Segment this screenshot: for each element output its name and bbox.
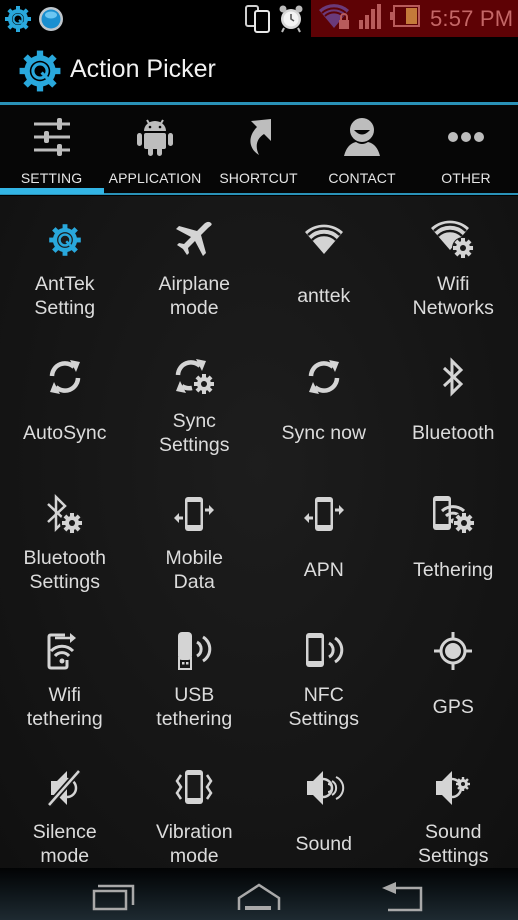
action-label: AutoSync <box>23 422 107 444</box>
status-bar: 5:57 PM <box>0 0 518 37</box>
tab-label: CONTACT <box>328 170 396 186</box>
wifi-tethering-icon <box>40 629 90 673</box>
action-bar: Action Picker <box>0 37 518 103</box>
action-label: Bluetooth Settings <box>23 547 106 593</box>
action-label: APN <box>303 559 344 581</box>
action-label: Sync now <box>281 422 367 444</box>
action-item-sound-settings[interactable]: Sound Settings <box>389 744 518 881</box>
action-grid: AntTek Setting Airplane mode anttek Wifi… <box>0 196 518 868</box>
action-item-bluetooth[interactable]: Bluetooth <box>389 333 518 470</box>
action-label: Vibration mode <box>155 821 233 867</box>
android-icon <box>137 115 173 159</box>
apn-icon <box>299 492 349 536</box>
action-item-anttek-wifi[interactable]: anttek <box>259 196 389 333</box>
bluetooth-settings-icon <box>40 492 90 536</box>
action-item-nfc-settings[interactable]: NFC Settings <box>259 607 389 744</box>
action-item-tethering[interactable]: Tethering <box>389 470 518 607</box>
contact-person-icon <box>343 115 381 159</box>
action-item-wifi-tethering[interactable]: Wifi tethering <box>0 607 130 744</box>
tethering-settings-icon <box>428 492 478 536</box>
action-item-gps[interactable]: GPS <box>389 607 518 744</box>
action-item-usb-tethering[interactable]: USB tethering <box>130 607 260 744</box>
sliders-icon <box>32 115 72 159</box>
usb-tethering-icon <box>169 629 219 673</box>
action-label: anttek <box>297 285 351 307</box>
action-item-sound[interactable]: Sound <box>259 744 389 881</box>
wifi-lock-icon <box>317 2 353 35</box>
sync-icon <box>40 355 90 399</box>
action-label: Wifi Networks <box>412 273 494 319</box>
airplane-icon <box>169 218 219 262</box>
action-item-wifi-networks[interactable]: Wifi Networks <box>389 196 518 333</box>
action-label: NFC Settings <box>288 684 359 730</box>
home-icon[interactable] <box>237 882 281 917</box>
shortcut-arrow-icon <box>243 115 275 159</box>
action-label: GPS <box>432 696 474 718</box>
speaker-settings-icon <box>428 766 478 810</box>
action-item-autosync[interactable]: AutoSync <box>0 333 130 470</box>
battery-icon <box>389 4 421 33</box>
app-logo-icon <box>18 49 62 98</box>
anttek-gear-icon <box>4 5 32 38</box>
action-label: Sound Settings <box>418 821 489 867</box>
mobile-data-icon <box>169 492 219 536</box>
status-highlight: 5:57 PM <box>311 0 518 37</box>
tab-label: SETTING <box>20 170 83 186</box>
action-item-mobile-data[interactable]: Mobile Data <box>130 470 260 607</box>
bluetooth-icon <box>428 355 478 399</box>
action-item-sync-settings[interactable]: Sync Settings <box>130 333 260 470</box>
gps-icon <box>428 629 478 673</box>
tab-setting[interactable]: SETTING <box>0 105 103 195</box>
action-label: Wifi tethering <box>26 684 103 730</box>
tab-application[interactable]: APPLICATION <box>103 105 207 195</box>
more-dots-icon <box>447 115 485 159</box>
action-item-sync-now[interactable]: Sync now <box>259 333 389 470</box>
tab-other[interactable]: OTHER <box>414 105 518 195</box>
anttek-gear-icon <box>40 218 90 262</box>
sync-settings-icon <box>169 355 219 399</box>
phone-sync-icon <box>244 3 272 38</box>
tab-label: SHORTCUT <box>219 170 298 186</box>
action-label: AntTek Setting <box>34 273 96 319</box>
speaker-sound-icon <box>299 766 349 810</box>
selected-tab-indicator <box>0 188 104 194</box>
blue-orb-icon <box>38 6 64 37</box>
tab-contact[interactable]: CONTACT <box>310 105 414 195</box>
wifi-icon <box>299 218 349 262</box>
action-item-anttek-setting[interactable]: AntTek Setting <box>0 196 130 333</box>
speaker-muted-icon <box>40 766 90 810</box>
action-label: Silence mode <box>32 821 97 867</box>
action-label: Mobile Data <box>165 547 223 593</box>
action-item-bluetooth-settings[interactable]: Bluetooth Settings <box>0 470 130 607</box>
page-title: Action Picker <box>70 55 216 83</box>
tab-shortcut[interactable]: SHORTCUT <box>207 105 310 195</box>
action-label: Bluetooth <box>412 422 495 444</box>
vibration-icon <box>169 766 219 810</box>
action-label: USB tethering <box>156 684 233 730</box>
alarm-clock-icon <box>278 3 304 38</box>
back-icon[interactable] <box>380 882 426 917</box>
recent-apps-icon[interactable] <box>92 882 138 917</box>
action-item-apn[interactable]: APN <box>259 470 389 607</box>
action-item-silence-mode[interactable]: Silence mode <box>0 744 130 881</box>
signal-bars-icon <box>358 2 384 35</box>
tab-label: OTHER <box>441 170 491 186</box>
status-time: 5:57 PM <box>430 5 514 31</box>
action-label: Sound <box>295 833 352 855</box>
navigation-bar <box>0 868 518 920</box>
sync-now-icon <box>299 355 349 399</box>
action-item-vibration-mode[interactable]: Vibration mode <box>130 744 260 881</box>
tab-bar: SETTING APPLICATION SHORTCUT CONTACT OTH… <box>0 105 518 195</box>
action-label: Tethering <box>413 559 494 581</box>
nfc-icon <box>299 629 349 673</box>
action-item-airplane-mode[interactable]: Airplane mode <box>130 196 260 333</box>
action-label: Airplane mode <box>158 273 231 319</box>
action-label: Sync Settings <box>159 410 230 456</box>
tab-label: APPLICATION <box>108 170 202 186</box>
wifi-settings-icon <box>428 218 478 262</box>
